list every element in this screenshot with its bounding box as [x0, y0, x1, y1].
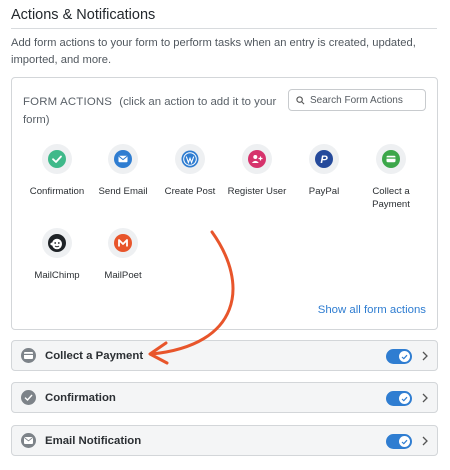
- action-create-post[interactable]: Create Post: [157, 144, 223, 198]
- check-icon: [399, 393, 410, 404]
- svg-text:P: P: [320, 154, 328, 166]
- installed-action-email-notification[interactable]: Email Notification: [11, 425, 438, 456]
- search-icon: [296, 95, 305, 104]
- enable-toggle[interactable]: [386, 434, 412, 449]
- installed-action-confirmation[interactable]: Confirmation: [11, 382, 438, 413]
- action-label: PayPal: [308, 186, 340, 197]
- installed-action-label: Confirmation: [45, 391, 116, 404]
- check-circle-icon: [21, 390, 36, 405]
- installed-action-label: Collect a Payment: [45, 349, 144, 362]
- chevron-right-icon[interactable]: [422, 393, 428, 403]
- envelope-icon: [21, 433, 36, 448]
- section-title: Actions & Notifications: [11, 7, 156, 23]
- action-paypal[interactable]: P PayPal: [291, 144, 357, 198]
- action-mailchimp[interactable]: MailChimp: [24, 228, 90, 282]
- chevron-right-icon[interactable]: [422, 351, 428, 361]
- action-label: Register User: [227, 186, 287, 197]
- enable-toggle[interactable]: [386, 349, 412, 364]
- chevron-right-icon[interactable]: [422, 436, 428, 446]
- action-label: Confirmation: [29, 186, 85, 197]
- search-form-actions[interactable]: [288, 89, 426, 111]
- credit-card-icon: [21, 348, 36, 363]
- envelope-icon: [108, 144, 138, 174]
- action-register-user[interactable]: Register User: [224, 144, 290, 198]
- action-label: Create Post: [164, 186, 216, 197]
- mailpoet-icon: [108, 228, 138, 258]
- search-input[interactable]: [310, 94, 420, 106]
- installed-action-collect-payment[interactable]: Collect a Payment: [11, 340, 438, 371]
- user-plus-icon: [242, 144, 272, 174]
- credit-card-icon: [376, 144, 406, 174]
- action-confirmation[interactable]: Confirmation: [24, 144, 90, 198]
- wordpress-icon: [175, 144, 205, 174]
- action-send-email[interactable]: Send Email: [90, 144, 156, 198]
- section-description: Add form actions to your form to perform…: [11, 37, 416, 66]
- check-icon: [399, 351, 410, 362]
- panel-heading-caps: FORM ACTIONS: [23, 96, 113, 108]
- show-all-form-actions-link[interactable]: Show all form actions: [318, 304, 426, 316]
- action-mailpoet[interactable]: MailPoet: [90, 228, 156, 282]
- divider: [11, 28, 437, 29]
- panel-heading: FORM ACTIONS (click an action to add it …: [23, 93, 285, 129]
- check-icon: [399, 436, 410, 447]
- enable-toggle[interactable]: [386, 391, 412, 406]
- form-actions-panel: FORM ACTIONS (click an action to add it …: [11, 77, 438, 330]
- action-label: MailChimp: [34, 270, 80, 281]
- check-circle-icon: [42, 144, 72, 174]
- mailchimp-icon: [42, 228, 72, 258]
- action-label: Send Email: [98, 186, 148, 197]
- action-collect-payment[interactable]: Collect a Payment: [358, 144, 424, 211]
- action-label: Collect a Payment: [372, 186, 410, 210]
- installed-action-label: Email Notification: [45, 434, 142, 447]
- paypal-icon: P: [309, 144, 339, 174]
- action-label: MailPoet: [104, 270, 142, 281]
